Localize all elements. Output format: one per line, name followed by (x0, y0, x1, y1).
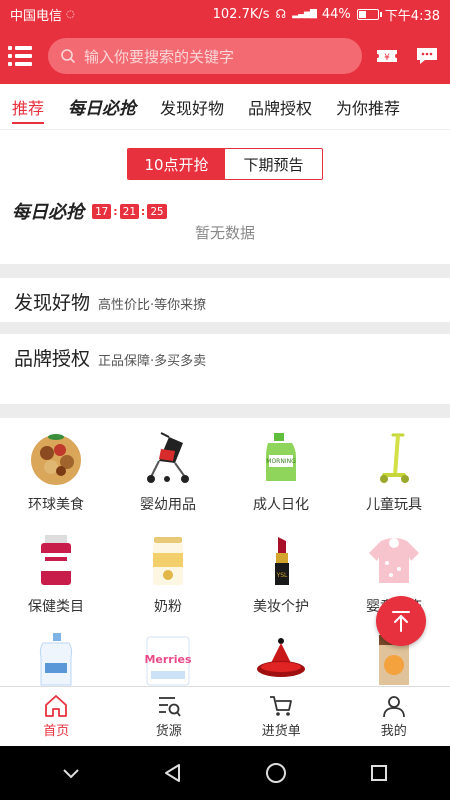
brand-subtitle: 正品保障·多买多卖 (98, 354, 207, 369)
daily-deals-header: 每日必抢 17 : 21 : 25 (12, 198, 167, 224)
net-speed: 102.7K/s (212, 6, 270, 22)
empty-data-text: 暂无数据 (194, 224, 255, 242)
nav-label: 货源 (155, 724, 182, 739)
back-icon[interactable] (163, 763, 183, 783)
nav-mine[interactable]: 我的 (338, 687, 450, 746)
source-list-icon (158, 697, 181, 717)
nav-label: 首页 (43, 724, 70, 739)
svg-text:YSL: YSL (276, 572, 288, 579)
discover-title: 发现好物 (14, 292, 91, 314)
section-divider (0, 322, 450, 334)
arrow-up-icon (392, 611, 410, 632)
scooter-icon (364, 428, 424, 488)
top-header: 输入你要搜索的关键字 ¥ (0, 28, 450, 84)
sale-time-switch: 10点开抢 下期预告 (127, 148, 323, 180)
home-circle-icon[interactable] (265, 762, 287, 784)
countdown-timer: 17 : 21 : 25 (92, 203, 167, 219)
category-item[interactable]: 奶粉 (112, 530, 224, 630)
nav-label: 进货单 (261, 724, 301, 739)
coupon-icon[interactable]: ¥ (372, 41, 402, 71)
category-label: 成人日化 (253, 497, 309, 513)
battery-percent: 44% (321, 6, 351, 22)
category-item[interactable]: 儿童玩具 (338, 428, 450, 528)
category-item[interactable]: YSL 美妆个护 (225, 530, 337, 630)
category-label: 美妆个护 (253, 599, 309, 615)
svg-text:MORNING: MORNING (266, 458, 296, 465)
category-label: 保健类目 (28, 599, 84, 615)
headset-icon: ☊ (275, 7, 287, 21)
detergent-icon: MORNING (251, 428, 311, 488)
search-icon (61, 49, 75, 63)
category-item[interactable]: 婴幼用品 (112, 428, 224, 528)
user-icon (382, 696, 405, 718)
category-item[interactable]: MORNING 成人日化 (225, 428, 337, 528)
category-label: 环球美食 (28, 497, 84, 513)
tab-brand[interactable]: 品牌授权 (236, 84, 324, 130)
supplement-icon (26, 530, 86, 590)
milk-powder-icon (138, 530, 198, 590)
tab-discover[interactable]: 发现好物 (148, 84, 236, 130)
chat-bubble-icon: ◌ (66, 8, 75, 20)
category-tabs: 推荐 每日必抢 发现好物 品牌授权 为你推荐 (0, 84, 450, 130)
tab-10am-sale[interactable]: 10点开抢 (128, 149, 225, 179)
battery-icon (356, 8, 382, 20)
category-label: 儿童玩具 (366, 497, 422, 513)
message-icon[interactable] (412, 41, 442, 71)
cookware-icon (251, 630, 311, 690)
bottom-nav: 首页 货源 进货单 我的 (0, 686, 450, 746)
discover-section[interactable]: 发现好物 高性价比·等你来撩 (14, 288, 206, 315)
food-icon (26, 428, 86, 488)
tab-recommend[interactable]: 推荐 (0, 84, 56, 130)
nav-home[interactable]: 首页 (0, 687, 113, 746)
home-icon (45, 695, 68, 717)
lipstick-icon: YSL (251, 530, 311, 590)
section-divider (0, 404, 450, 418)
daily-deals-title: 每日必抢 (12, 202, 84, 223)
chevron-down-icon[interactable] (61, 766, 81, 780)
discover-subtitle: 高性价比·等你来撩 (98, 298, 207, 313)
search-input[interactable]: 输入你要搜索的关键字 (48, 38, 362, 74)
category-label: 婴幼用品 (140, 497, 196, 513)
cart-icon (270, 696, 293, 716)
brand-title: 品牌授权 (14, 348, 91, 370)
stroller-icon (138, 428, 198, 488)
countdown-hours: 17 (92, 203, 112, 219)
countdown-seconds: 25 (147, 203, 167, 219)
tab-daily-deals[interactable]: 每日必抢 (56, 84, 148, 130)
menu-icon[interactable] (8, 41, 38, 71)
brand-section[interactable]: 品牌授权 正品保障·多买多卖 (14, 344, 206, 371)
status-bar: 中国电信 ◌ 102.7K/s ☊ ▂▃▅▇ 44% 下午4:38 (0, 0, 450, 28)
signal-icon: ▂▃▅▇ (292, 9, 317, 19)
nav-cart[interactable]: 进货单 (225, 687, 338, 746)
lotion-icon (26, 630, 86, 690)
clock: 下午4:38 (384, 8, 440, 24)
section-divider (0, 264, 450, 278)
baby-clothes-icon (364, 530, 424, 590)
system-nav-bar (0, 746, 450, 800)
category-item[interactable]: 环球美食 (0, 428, 112, 528)
category-item[interactable]: 保健类目 (0, 530, 112, 630)
tab-for-you[interactable]: 为你推荐 (324, 84, 412, 130)
svg-text:¥: ¥ (384, 53, 390, 63)
svg-text:Merries: Merries (144, 653, 191, 666)
search-placeholder: 输入你要搜索的关键字 (84, 47, 235, 66)
diaper-icon: Merries (138, 630, 198, 690)
countdown-minutes: 21 (119, 203, 139, 219)
recents-icon[interactable] (369, 763, 389, 783)
nav-source[interactable]: 货源 (113, 687, 226, 746)
tab-next-preview[interactable]: 下期预告 (225, 149, 322, 179)
back-to-top-button[interactable] (376, 596, 426, 646)
category-label: 奶粉 (154, 599, 182, 615)
nav-label: 我的 (380, 724, 407, 739)
carrier-label: 中国电信 (10, 8, 63, 24)
app-screen: 中国电信 ◌ 102.7K/s ☊ ▂▃▅▇ 44% 下午4:38 输入你要搜索… (0, 0, 450, 800)
